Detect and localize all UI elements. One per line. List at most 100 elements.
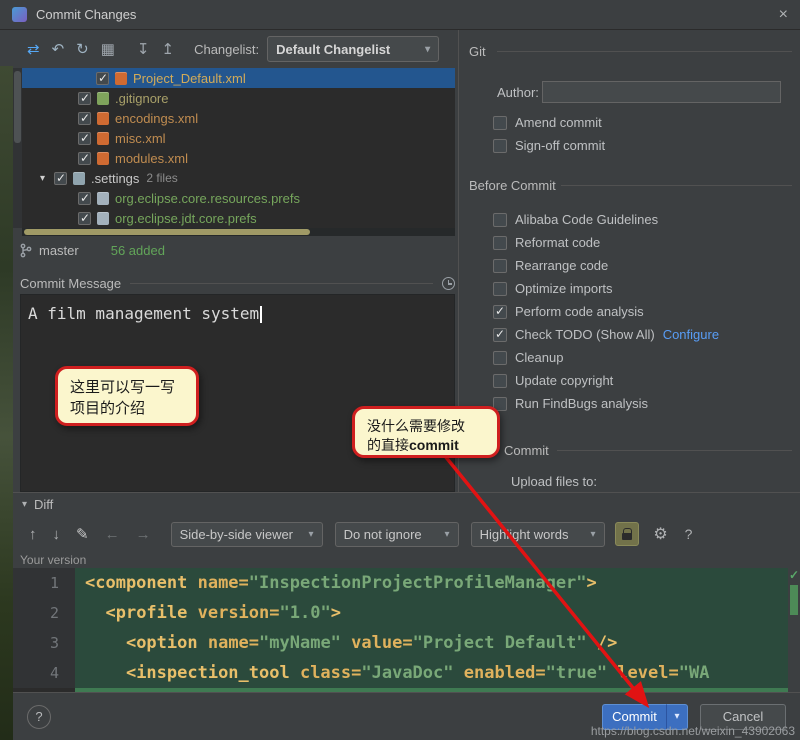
- file-name: modules.xml: [115, 150, 188, 166]
- diff-toolbar-icons: ↑ ↓ ✎ ← →: [21, 525, 159, 544]
- expand-arrow-icon[interactable]: ▾: [40, 173, 54, 184]
- diff-editor-lines: 1 <component name= "InspectionProjectProfi…: [13, 568, 800, 688]
- checkbox-reformat-code[interactable]: [493, 235, 507, 250]
- checkbox-alibaba-code-guidelines[interactable]: [493, 212, 507, 227]
- tree-horizontal-scrollbar[interactable]: [22, 228, 455, 236]
- tree-row-settings[interactable]: ▾ .settings 2 files: [22, 168, 455, 188]
- help-button[interactable]: ?: [27, 704, 51, 729]
- checkbox-check-todo-show-all[interactable]: [493, 327, 507, 342]
- your-version-label: Your version: [20, 553, 87, 567]
- file-checkbox[interactable]: [78, 191, 91, 205]
- xml-file-icon: [97, 111, 109, 125]
- collapse-all-icon[interactable]: ↥: [162, 40, 175, 58]
- author-input[interactable]: [542, 81, 781, 103]
- checkbox-optimize-imports[interactable]: [493, 281, 507, 296]
- close-button[interactable]: ×: [779, 6, 788, 23]
- code-line: 3 <option name= "myName" value= "Project D…: [13, 628, 800, 658]
- file-checkbox[interactable]: [78, 111, 91, 125]
- tree-vertical-scrollbar[interactable]: [13, 68, 22, 228]
- previous-difference-icon[interactable]: ↑: [29, 526, 37, 543]
- show-diff-icon[interactable]: ⇄: [27, 40, 40, 58]
- commit-message-label: Commit Message: [20, 276, 122, 291]
- main-toolbar: ⇄ ↶ ↻ ▦ ↧ ↥ Changelist: Default Changelist ▾: [13, 30, 457, 68]
- code-text: <option name= "myName" value= "Project Def…: [75, 628, 800, 658]
- tree-row-modules-xml[interactable]: modules.xml: [22, 148, 455, 168]
- branch-name[interactable]: master: [39, 243, 79, 258]
- highlight-select[interactable]: Highlight words ▾: [470, 521, 605, 547]
- tree-row-org-eclipse-jdt-core-prefs[interactable]: org.eclipse.jdt.core.prefs: [22, 208, 455, 228]
- divider: [557, 450, 792, 451]
- xml-file-icon: [97, 131, 109, 145]
- screen: Commit Changes × ⇄ ↶ ↻ ▦ ↧ ↥ Changelist: Defa…: [0, 0, 800, 740]
- scrollbar-thumb[interactable]: [24, 229, 310, 235]
- diff-editor[interactable]: 1 <component name= "InspectionProjectProfi…: [13, 568, 800, 692]
- commit-section-label: Commit: [504, 443, 549, 458]
- tree-row-misc-xml[interactable]: misc.xml: [22, 128, 455, 148]
- viewer-select[interactable]: Side-by-side viewer ▾: [170, 521, 323, 547]
- rollback-icon[interactable]: ↶: [52, 40, 65, 58]
- checkbox-cleanup[interactable]: [493, 350, 507, 365]
- check-row-alibaba-code-guidelines: Alibaba Code Guidelines: [493, 208, 719, 231]
- checkbox-label: Amend commit: [515, 115, 602, 130]
- diff-help-icon[interactable]: ?: [685, 526, 693, 542]
- changelist-label: Changelist:: [194, 41, 260, 57]
- edit-source-icon[interactable]: ✎: [76, 525, 89, 543]
- file-checkbox[interactable]: [78, 211, 91, 225]
- file-checkbox[interactable]: [78, 91, 91, 105]
- file-checkbox[interactable]: [78, 131, 91, 145]
- checkbox-rearrange-code[interactable]: [493, 258, 507, 273]
- checkbox-amend-commit[interactable]: [493, 115, 507, 130]
- group-by-icon[interactable]: ▦: [101, 40, 115, 58]
- next-change-icon[interactable]: →: [136, 526, 151, 543]
- file-name: org.eclipse.core.resources.prefs: [115, 190, 300, 206]
- annotation-text: 这里可以写一写: [70, 379, 176, 396]
- check-row-cleanup: Cleanup: [493, 346, 719, 369]
- code-text: <inspection_tool class= "JavaDoc" enabled…: [75, 658, 800, 688]
- upload-files-label: Upload files to:: [511, 474, 597, 489]
- toolbar-icons: ⇄ ↶ ↻ ▦ ↧ ↥: [21, 40, 180, 58]
- commit-button-label: Commit: [612, 709, 657, 724]
- check-row-run-findbugs-analysis: Run FindBugs analysis: [493, 392, 719, 415]
- configure-link[interactable]: Configure: [663, 327, 719, 342]
- checkbox-label: Update copyright: [515, 373, 614, 388]
- check-row-optimize-imports: Optimize imports: [493, 277, 719, 300]
- line-number: 2: [13, 598, 75, 628]
- change-marker: [790, 585, 798, 615]
- file-checkbox[interactable]: [54, 171, 67, 185]
- refresh-icon[interactable]: ↻: [76, 40, 89, 58]
- checkbox-perform-code-analysis[interactable]: [493, 304, 507, 319]
- message-history-icon[interactable]: [442, 277, 455, 290]
- file-name: .gitignore: [115, 90, 169, 106]
- chevron-down-icon: ▾: [444, 528, 450, 540]
- expand-all-icon[interactable]: ↧: [137, 40, 150, 58]
- tree-row-encodings-xml[interactable]: encodings.xml: [22, 108, 455, 128]
- checkbox-label: Rearrange code: [515, 258, 609, 273]
- tree-row-org-eclipse-core-resources-prefs[interactable]: org.eclipse.core.resources.prefs: [22, 188, 455, 208]
- prefs-file-icon: [97, 211, 109, 225]
- next-difference-icon[interactable]: ↓: [53, 526, 61, 543]
- changelist-value: Default Changelist: [276, 41, 391, 57]
- file-name: org.eclipse.jdt.core.prefs: [115, 210, 257, 226]
- scrollbar-thumb[interactable]: [14, 71, 21, 143]
- file-tree: Project_Default.xml .gitignore encodings.x…: [22, 68, 455, 228]
- previous-change-icon[interactable]: ←: [105, 526, 120, 543]
- tree-row-gitignore[interactable]: .gitignore: [22, 88, 455, 108]
- checkbox-sign-off-commit[interactable]: [493, 138, 507, 153]
- file-name: misc.xml: [115, 130, 166, 146]
- xml-file-icon: [115, 71, 127, 85]
- gear-icon: ⚙: [653, 526, 668, 543]
- lock-button[interactable]: [614, 522, 639, 546]
- diff-section-header[interactable]: ▾ Diff: [13, 492, 800, 516]
- xml-file-icon: [97, 151, 109, 165]
- checkbox-update-copyright[interactable]: [493, 373, 507, 388]
- checkbox-label: Alibaba Code Guidelines: [515, 212, 659, 227]
- ignore-select[interactable]: Do not ignore ▾: [334, 521, 459, 547]
- changelist-combo[interactable]: Default Changelist ▾: [267, 36, 440, 62]
- editor-settings-button[interactable]: ⚙: [649, 522, 673, 546]
- tree-row-project-default-xml[interactable]: Project_Default.xml: [22, 68, 455, 88]
- file-checkbox[interactable]: [96, 71, 109, 85]
- file-checkbox[interactable]: [78, 151, 91, 165]
- editor-scrollbar[interactable]: ✓: [788, 568, 800, 692]
- checkbox-label: Cleanup: [515, 350, 564, 365]
- annotation-text: 的直接commit: [367, 437, 459, 453]
